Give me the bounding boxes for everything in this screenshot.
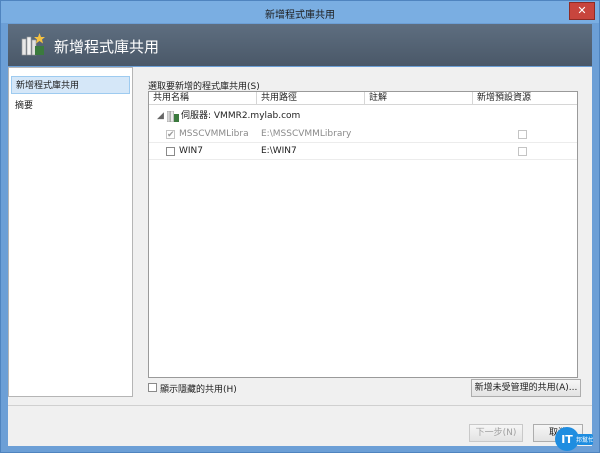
server-icon xyxy=(167,111,179,122)
ithome-logo: IT 邦幫忙 xyxy=(555,427,593,451)
share-checkbox[interactable]: ✔ xyxy=(166,130,175,140)
grid-header: 共用名稱 共用路徑 註解 新增預設資源 xyxy=(149,92,577,105)
column-header-add-default-resources[interactable]: 新增預設資源 xyxy=(473,92,579,104)
banner-title: 新增程式庫共用 xyxy=(54,38,160,56)
column-header-share-path[interactable]: 共用路徑 xyxy=(257,92,365,104)
share-name: MSSCVMMLibra xyxy=(179,129,249,139)
library-share-wizard-icon xyxy=(21,33,45,56)
server-group-label: 伺服器: VMMR2.mylab.com xyxy=(181,111,301,121)
show-hidden-shares-checkbox[interactable] xyxy=(148,383,157,392)
wizard-content: 新增程式庫共用 摘要 選取要新增的程式庫共用(S) 共用名稱 共用路徑 註解 新… xyxy=(8,67,592,446)
window-title: 新增程式庫共用 xyxy=(265,10,335,21)
footer-divider xyxy=(8,405,592,406)
column-header-share-name[interactable]: 共用名稱 xyxy=(149,92,257,104)
server-group-row[interactable]: ◢ 伺服器: VMMR2.mylab.com xyxy=(149,108,577,124)
wizard-window: 新增程式庫共用 ✕ 新增程式庫共用 新增程式庫共用 摘要 選取要新增的程式庫共用… xyxy=(0,0,600,453)
close-button[interactable]: ✕ xyxy=(569,2,595,20)
nav-item-summary[interactable]: 摘要 xyxy=(11,97,130,115)
next-button[interactable]: 下一步(N) xyxy=(469,424,523,442)
add-unmanaged-share-button[interactable]: 新增未受管理的共用(A)... xyxy=(471,379,581,397)
show-hidden-shares-label[interactable]: 顯示隱藏的共用(H) xyxy=(160,382,237,395)
table-row[interactable]: WIN7 E:\WIN7 xyxy=(149,143,577,160)
svg-text:邦幫忙: 邦幫忙 xyxy=(576,436,593,444)
column-header-comment[interactable]: 註解 xyxy=(365,92,473,104)
add-default-resources-checkbox[interactable] xyxy=(518,147,527,156)
svg-text:IT: IT xyxy=(561,433,573,446)
table-row[interactable]: ✔ MSSCVMMLibra E:\MSSCVMMLibrary xyxy=(149,126,577,143)
share-path: E:\WIN7 xyxy=(261,146,297,156)
add-default-resources-checkbox[interactable] xyxy=(518,130,527,139)
wizard-nav: 新增程式庫共用 摘要 xyxy=(8,67,133,397)
collapse-arrow-icon[interactable]: ◢ xyxy=(157,108,164,124)
library-shares-grid[interactable]: 共用名稱 共用路徑 註解 新增預設資源 ◢ 伺服器: VMMR2.mylab.c… xyxy=(148,91,578,378)
share-checkbox[interactable] xyxy=(166,147,175,156)
share-path: E:\MSSCVMMLibrary xyxy=(261,129,352,139)
share-name: WIN7 xyxy=(179,146,204,156)
nav-item-add-library-share[interactable]: 新增程式庫共用 xyxy=(11,76,130,94)
title-bar[interactable]: 新增程式庫共用 ✕ xyxy=(1,1,599,23)
wizard-banner: 新增程式庫共用 xyxy=(8,24,592,66)
